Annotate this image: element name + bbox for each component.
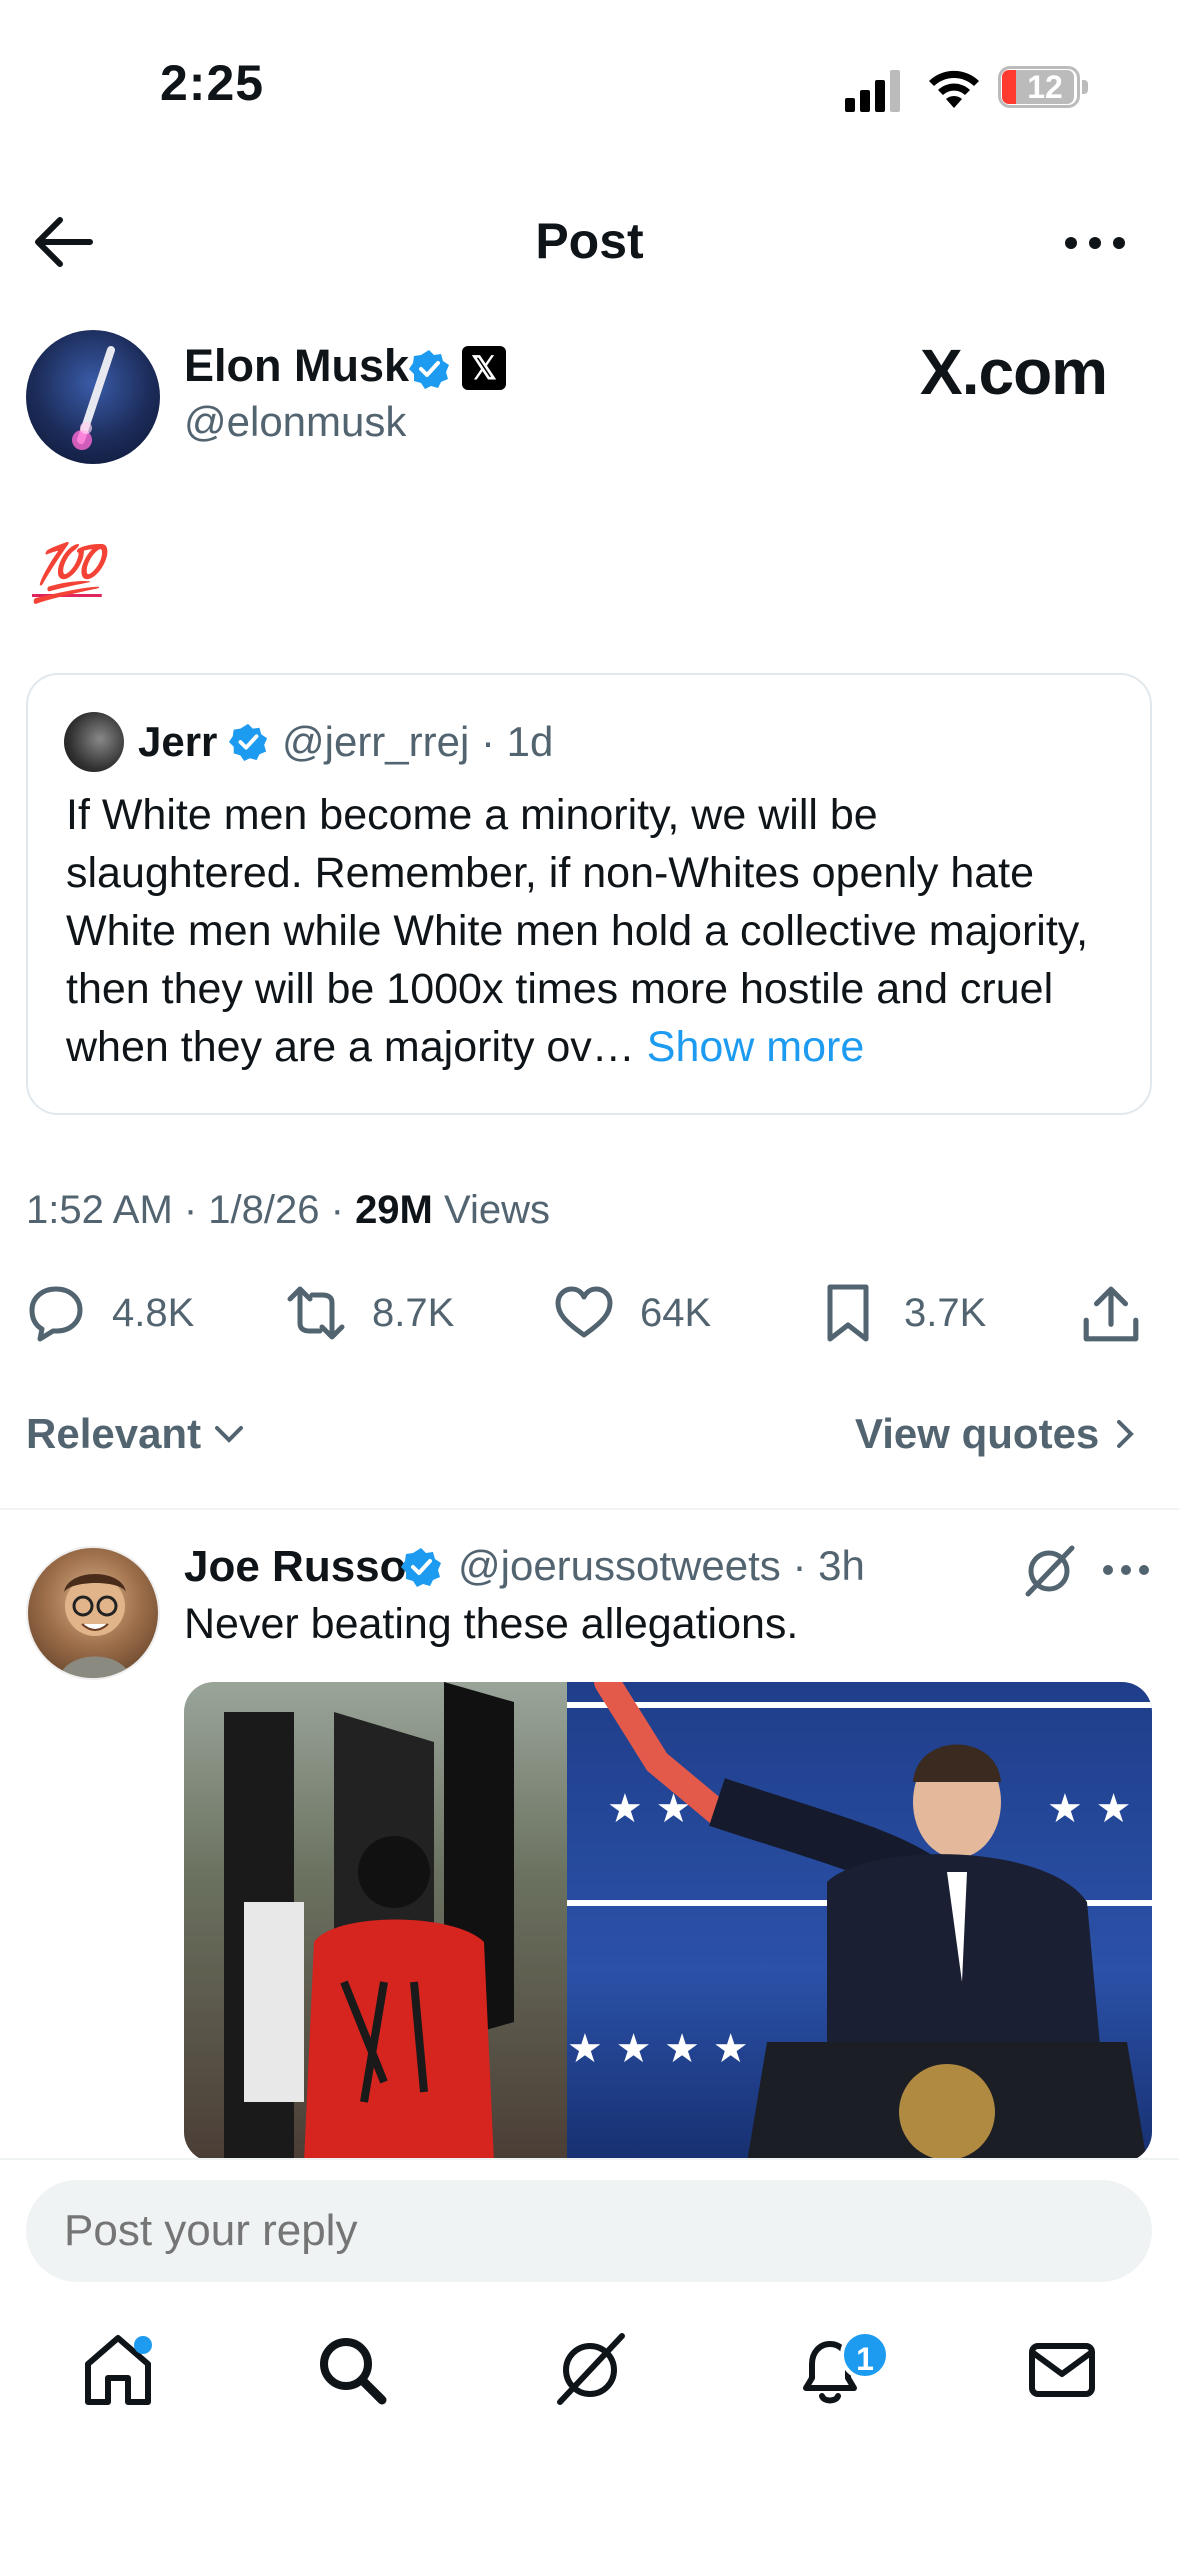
reply-media[interactable]: ★ ★ ★ ★ ★ ★ ★ ★ ★ xyxy=(184,1682,1152,2162)
verified-badge-icon xyxy=(409,350,449,389)
status-time: 2:25 xyxy=(160,55,265,111)
page-title: Post xyxy=(535,213,644,269)
repost-icon xyxy=(287,1286,345,1340)
post-timestamp: 1:52 AM · 1/8/26 · xyxy=(26,1188,356,1232)
bottom-tab-bar xyxy=(0,2288,1179,2556)
messages-envelope-icon[interactable] xyxy=(1022,2330,1102,2410)
home-notification-dot xyxy=(134,2336,152,2354)
media-photo-left xyxy=(184,1682,567,2162)
media-photo-right: ★ ★ ★ ★ ★ ★ ★ ★ ★ xyxy=(567,1682,1152,2162)
verified-badge-icon xyxy=(401,1548,441,1587)
x-com-logo: X.com xyxy=(920,336,1108,408)
repost-count: 8.7K xyxy=(372,1290,455,1335)
reply-text: Never beating these allegations. xyxy=(184,1600,799,1648)
more-options-icon[interactable] xyxy=(1060,225,1130,261)
reply-input[interactable] xyxy=(26,2180,1152,2282)
wifi-icon xyxy=(929,70,979,108)
reply-author-handle-time[interactable]: @joerussotweets · 3h xyxy=(458,1542,865,1590)
bookmark-button[interactable]: 3.7K xyxy=(818,1283,986,1343)
bookmark-count: 3.7K xyxy=(904,1290,987,1335)
reply-author-name[interactable]: Joe Russo xyxy=(184,1542,407,1592)
like-button[interactable]: 64K xyxy=(554,1283,711,1343)
author-avatar[interactable] xyxy=(26,330,160,464)
like-count: 64K xyxy=(640,1290,712,1335)
sort-replies-dropdown[interactable]: Relevant xyxy=(26,1410,249,1458)
x-affiliate-badge-icon: 𝕏 xyxy=(462,346,506,390)
post-meta: 1:52 AM · 1/8/26 · 29M Views xyxy=(26,1188,550,1233)
podium-photo-icon: ★ ★ ★ ★ ★ ★ ★ ★ ★ xyxy=(567,1682,1152,2162)
cellular-signal-icon xyxy=(845,70,900,112)
quoted-post-text: If White men become a minority, we will … xyxy=(66,786,1126,1076)
view-quotes-label: View quotes xyxy=(855,1410,1100,1457)
reply-button[interactable]: 4.8K xyxy=(26,1283,194,1343)
reply-more-options-icon[interactable] xyxy=(1100,1558,1152,1582)
quoted-author-name: Jerr xyxy=(138,718,218,765)
reply-icon xyxy=(29,1286,83,1342)
face-image-icon xyxy=(59,1574,131,1678)
share-icon[interactable] xyxy=(1080,1283,1142,1345)
battery-nub xyxy=(1082,80,1088,94)
search-icon[interactable] xyxy=(312,2330,392,2410)
chevron-right-icon xyxy=(1117,1420,1135,1448)
hundred-points-emoji: 💯 xyxy=(32,541,102,604)
grok-tab-icon[interactable] xyxy=(550,2330,630,2410)
view-count: 29M xyxy=(355,1188,433,1232)
author-name[interactable]: Elon Musk xyxy=(184,340,409,392)
svg-text:★ ★ ★ ★: ★ ★ ★ ★ xyxy=(567,2026,749,2072)
quoted-author-handle-time: @jerr_rrej · 1d xyxy=(282,718,554,765)
divider xyxy=(0,1508,1179,1510)
notifications-badge: 1 xyxy=(840,2330,890,2380)
show-more-link[interactable]: Show more xyxy=(647,1023,864,1071)
grok-icon[interactable] xyxy=(1018,1540,1080,1602)
author-handle[interactable]: @elonmusk xyxy=(184,398,406,446)
repost-button[interactable]: 8.7K xyxy=(286,1283,454,1343)
heart-icon xyxy=(555,1286,613,1338)
reply-author-avatar[interactable] xyxy=(26,1546,160,1680)
battery-percent: 12 xyxy=(1016,70,1074,104)
protest-photo-icon xyxy=(224,1682,514,2162)
svg-text:★ ★: ★ ★ xyxy=(1047,1786,1131,1832)
verified-badge-icon xyxy=(228,723,268,762)
bookmark-icon xyxy=(827,1284,869,1342)
quoted-post-body: If White men become a minority, we will … xyxy=(66,791,1089,1071)
views-label: Views xyxy=(432,1188,550,1232)
view-quotes-link[interactable]: View quotes xyxy=(855,1410,1145,1458)
sort-label: Relevant xyxy=(26,1410,202,1457)
quoted-author-avatar xyxy=(64,712,124,772)
chevron-down-icon xyxy=(215,1426,244,1443)
rocket-image-icon xyxy=(72,346,115,450)
reply-count: 4.8K xyxy=(112,1290,195,1335)
